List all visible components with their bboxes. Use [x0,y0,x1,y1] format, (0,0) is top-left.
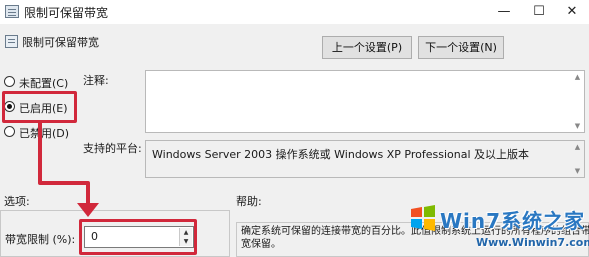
supported-on-label: 支持的平台: [83,142,142,155]
watermark: Win7系统之家 Www.Winwin7.com [408,203,589,257]
close-button[interactable]: ✕ [555,0,589,24]
minimize-button[interactable]: — [487,0,521,24]
supported-on-box: Windows Server 2003 操作系统或 Windows XP Pro… [145,140,585,178]
comment-label: 注释: [83,74,109,87]
window-title: 限制可保留带宽 [24,6,109,20]
spin-up-icon[interactable]: ▲ [180,228,192,237]
radio-button[interactable] [4,76,15,87]
setting-name: 限制可保留带宽 [22,36,99,49]
radio-label: 已禁用(D) [19,127,70,140]
policy-setting-icon [5,35,18,48]
policy-setting-icon [5,5,19,18]
bandwidth-limit-value[interactable]: 0 [91,230,98,243]
radio-label: 未配置(C) [19,77,69,90]
supported-on-text: Windows Server 2003 操作系统或 Windows XP Pro… [152,148,530,161]
scroll-up-arrow-icon[interactable]: ▲ [573,143,582,151]
title-bar: 限制可保留带宽 — ☐ ✕ [0,0,589,24]
scroll-down-arrow-icon[interactable]: ▼ [573,167,582,175]
options-label: 选项: [4,195,30,208]
windows-logo-icon [411,205,435,231]
scroll-down-arrow-icon[interactable]: ▼ [573,122,582,130]
comment-textarea[interactable]: ▲ ▼ [145,70,585,133]
bandwidth-limit-spinbox[interactable]: 0 ▲ ▼ [84,226,194,248]
watermark-brand: Win7系统之家 [440,209,586,233]
previous-setting-button[interactable]: 上一个设置(P) [322,36,412,59]
radio-button[interactable] [4,101,15,112]
radio-label: 已启用(E) [19,102,68,115]
spin-buttons[interactable]: ▲ ▼ [179,228,192,246]
maximize-button[interactable]: ☐ [522,0,556,24]
next-setting-button[interactable]: 下一个设置(N) [418,36,504,59]
radio-button[interactable] [4,126,15,137]
watermark-url: Www.Winwin7.com [476,236,589,249]
help-label: 帮助: [236,195,262,208]
spin-down-icon[interactable]: ▼ [180,237,192,246]
bandwidth-limit-label: 带宽限制 (%): [5,233,76,246]
scroll-up-arrow-icon[interactable]: ▲ [573,73,582,81]
